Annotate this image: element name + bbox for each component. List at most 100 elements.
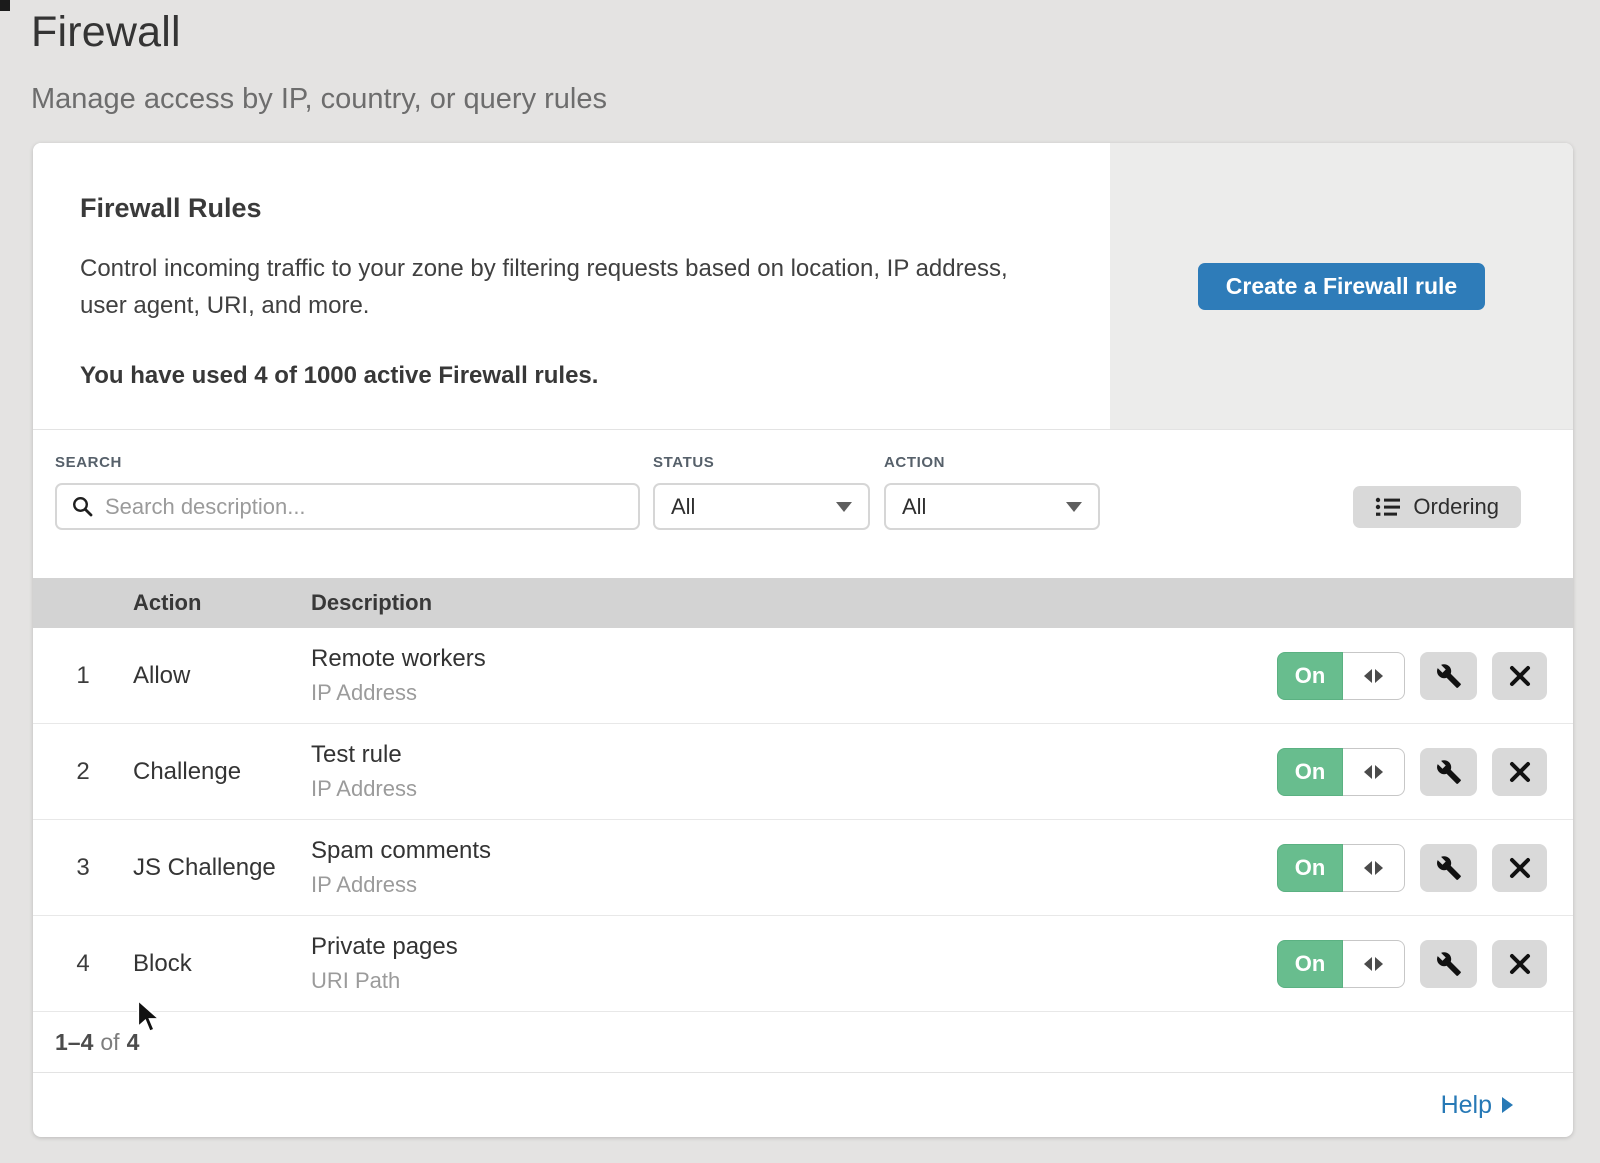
arrow-right-icon — [1375, 765, 1383, 779]
help-link[interactable]: Help — [1441, 1091, 1513, 1120]
firewall-rules-card: Firewall Rules Control incoming traffic … — [33, 143, 1573, 1137]
rule-description: Spam comments — [311, 837, 1277, 865]
status-select[interactable]: All — [653, 483, 870, 530]
ordered-list-icon — [1375, 495, 1401, 519]
rule-match-field: IP Address — [311, 872, 1277, 898]
rule-enabled-toggle[interactable]: On — [1277, 652, 1405, 700]
toggle-on-label[interactable]: On — [1277, 844, 1343, 892]
arrow-left-icon — [1364, 957, 1372, 971]
toggle-handle[interactable] — [1343, 940, 1405, 988]
rules-description: Control incoming traffic to your zone by… — [80, 250, 1030, 324]
toggle-handle[interactable] — [1343, 652, 1405, 700]
page-subtitle: Manage access by IP, country, or query r… — [31, 83, 1600, 116]
rule-match-field: IP Address — [311, 776, 1277, 802]
search-icon — [71, 495, 95, 519]
edit-rule-button[interactable] — [1420, 844, 1477, 892]
rules-intro-section: Firewall Rules Control incoming traffic … — [33, 143, 1573, 430]
arrow-right-icon — [1375, 957, 1383, 971]
rule-description-cell: Private pages URI Path — [311, 933, 1277, 994]
action-select[interactable]: All — [884, 483, 1100, 530]
create-firewall-rule-button[interactable]: Create a Firewall rule — [1198, 263, 1485, 310]
status-select-value: All — [671, 494, 695, 520]
page-title: Firewall — [31, 8, 1600, 57]
edit-rule-button[interactable] — [1420, 748, 1477, 796]
header-description-column: Description — [311, 590, 1573, 616]
toggle-on-label[interactable]: On — [1277, 652, 1343, 700]
rule-enabled-toggle[interactable]: On — [1277, 748, 1405, 796]
toggle-handle[interactable] — [1343, 748, 1405, 796]
arrow-left-icon — [1364, 765, 1372, 779]
rule-description: Test rule — [311, 741, 1277, 769]
chevron-down-icon — [836, 502, 852, 512]
header-action-column: Action — [133, 590, 311, 616]
rule-priority-number: 4 — [33, 950, 133, 978]
arrow-left-icon — [1364, 861, 1372, 875]
wrench-icon — [1436, 855, 1462, 881]
toggle-on-label[interactable]: On — [1277, 748, 1343, 796]
rule-action: Allow — [133, 662, 311, 690]
rule-enabled-toggle[interactable]: On — [1277, 844, 1405, 892]
create-rule-panel: Create a Firewall rule — [1110, 143, 1573, 429]
rule-description-cell: Remote workers IP Address — [311, 645, 1277, 706]
arrow-right-icon — [1502, 1097, 1513, 1113]
delete-rule-button[interactable] — [1492, 940, 1547, 988]
action-label: ACTION — [884, 454, 945, 471]
toggle-handle[interactable] — [1343, 844, 1405, 892]
table-row: 1 Allow Remote workers IP Address On — [33, 628, 1573, 724]
arrow-left-icon — [1364, 669, 1372, 683]
edit-rule-button[interactable] — [1420, 940, 1477, 988]
rule-description: Remote workers — [311, 645, 1277, 673]
filter-section: SEARCH STATUS All ACTION All Ordering — [33, 430, 1573, 578]
pagination-row: 1–4 of 4 — [33, 1012, 1573, 1073]
rules-intro-text: Firewall Rules Control incoming traffic … — [33, 143, 1110, 429]
wrench-icon — [1436, 663, 1462, 689]
rule-controls: On — [1277, 844, 1547, 892]
chevron-down-icon — [1066, 502, 1082, 512]
close-icon — [1509, 857, 1531, 879]
help-link-label: Help — [1441, 1091, 1492, 1120]
rule-controls: On — [1277, 940, 1547, 988]
search-input[interactable] — [105, 494, 624, 520]
rules-usage-count: You have used 4 of 1000 active Firewall … — [80, 362, 1070, 390]
search-label: SEARCH — [55, 454, 122, 471]
arrow-right-icon — [1375, 861, 1383, 875]
rule-description-cell: Test rule IP Address — [311, 741, 1277, 802]
rules-heading: Firewall Rules — [80, 193, 1070, 224]
delete-rule-button[interactable] — [1492, 652, 1547, 700]
table-row: 4 Block Private pages URI Path On — [33, 916, 1573, 1012]
rules-table-body: 1 Allow Remote workers IP Address On — [33, 628, 1573, 1012]
rule-match-field: URI Path — [311, 968, 1277, 994]
wrench-icon — [1436, 759, 1462, 785]
toggle-on-label[interactable]: On — [1277, 940, 1343, 988]
rule-action: Challenge — [133, 758, 311, 786]
pagination-range: 1–4 — [55, 1029, 93, 1056]
rule-match-field: IP Address — [311, 680, 1277, 706]
close-icon — [1509, 953, 1531, 975]
wrench-icon — [1436, 951, 1462, 977]
rule-priority-number: 2 — [33, 758, 133, 786]
search-box[interactable] — [55, 483, 640, 530]
table-row: 3 JS Challenge Spam comments IP Address … — [33, 820, 1573, 916]
pagination-of: of — [100, 1029, 119, 1056]
delete-rule-button[interactable] — [1492, 844, 1547, 892]
edit-rule-button[interactable] — [1420, 652, 1477, 700]
rule-action: JS Challenge — [133, 854, 311, 882]
window-corner-artifact — [0, 0, 10, 11]
rule-priority-number: 1 — [33, 662, 133, 690]
rule-controls: On — [1277, 652, 1547, 700]
rule-priority-number: 3 — [33, 854, 133, 882]
arrow-right-icon — [1375, 669, 1383, 683]
delete-rule-button[interactable] — [1492, 748, 1547, 796]
rule-action: Block — [133, 950, 311, 978]
rule-enabled-toggle[interactable]: On — [1277, 940, 1405, 988]
ordering-button-label: Ordering — [1413, 494, 1499, 520]
page-header: Firewall Manage access by IP, country, o… — [0, 0, 1600, 116]
close-icon — [1509, 761, 1531, 783]
ordering-button[interactable]: Ordering — [1353, 486, 1521, 528]
status-label: STATUS — [653, 454, 714, 471]
rule-description-cell: Spam comments IP Address — [311, 837, 1277, 898]
rule-description: Private pages — [311, 933, 1277, 961]
action-select-value: All — [902, 494, 926, 520]
rules-table-header: Action Description — [33, 578, 1573, 628]
table-row: 2 Challenge Test rule IP Address On — [33, 724, 1573, 820]
